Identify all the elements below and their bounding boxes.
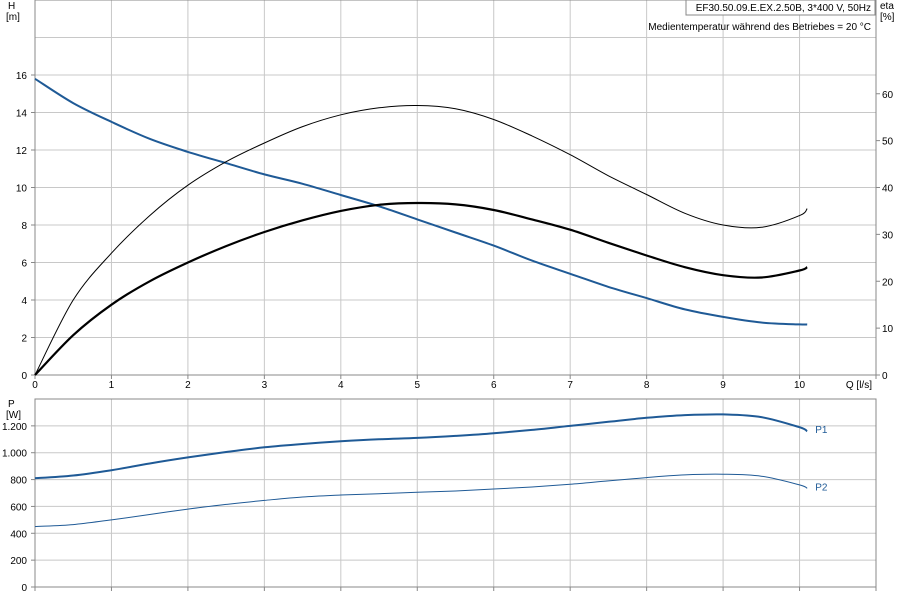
head-tick-label: 0 [21, 371, 27, 382]
flow-axis-label: Q [l/s] [846, 380, 872, 391]
top-plot-curves [34, 77, 808, 376]
head-axis-label: H [8, 1, 15, 12]
efficiency-curve-thick [34, 201, 808, 376]
efficiency-axis-unit: [%] [880, 12, 895, 23]
flow-tick-label: 3 [262, 380, 268, 391]
flow-tick-label: 7 [567, 380, 573, 391]
flow-tick-label: 1 [109, 380, 115, 391]
head-tick-label: 14 [16, 109, 28, 120]
flow-axis-ticks: 0 1 2 3 4 5 6 7 8 9 10 Q [l/s] [32, 380, 872, 391]
efficiency-tick-label: 30 [882, 230, 894, 241]
bottom-plot-curves [34, 413, 808, 528]
flow-tick-label: 0 [32, 380, 38, 391]
head-tick-label: 16 [16, 71, 28, 82]
flow-tick-label: 4 [338, 380, 344, 391]
power-tick-label: 400 [10, 529, 27, 540]
efficiency-tick-label: 0 [882, 371, 888, 382]
head-tick-label: 4 [21, 296, 27, 307]
p1-label: P1 [815, 425, 828, 436]
p2-label: P2 [815, 482, 828, 493]
efficiency-tick-label: 10 [882, 324, 894, 335]
flow-tick-label: 10 [794, 380, 806, 391]
flow-tick-label: 6 [491, 380, 497, 391]
model-label: EF30.50.09.E.EX.2.50B, 3*400 V, 50Hz [696, 3, 871, 14]
head-tick-label: 10 [16, 184, 28, 195]
pump-performance-chart: 0246810121416 0102030405060 0 1 2 3 4 5 6 7 8 9 10… [2, 0, 895, 594]
power-axis-unit: [W] [6, 410, 21, 421]
head-tick-label: 2 [21, 334, 27, 345]
efficiency-tick-label: 20 [882, 277, 894, 288]
power-series-labels: P1 P2 [815, 425, 828, 493]
p1-curve [34, 413, 808, 480]
bottom-plot-grid [31, 399, 877, 591]
flow-tick-label: 8 [644, 380, 650, 391]
power-tick-label: 200 [10, 556, 27, 567]
power-axis-label: P [8, 399, 15, 410]
flow-tick-label: 2 [185, 380, 191, 391]
efficiency-axis-label: eta [880, 1, 894, 12]
efficiency-tick-label: 40 [882, 184, 894, 195]
power-tick-label: 1.200 [2, 422, 27, 433]
efficiency-tick-label: 60 [882, 90, 894, 101]
head-tick-label: 8 [21, 221, 27, 232]
efficiency-tick-label: 50 [882, 137, 894, 148]
power-axis-ticks: 0 200 400 600 800 1.000 1.200 [2, 422, 27, 594]
temperature-note: Medientemperatur während des Betriebes =… [648, 22, 871, 33]
bottom-plot-frame [34, 398, 877, 588]
head-tick-label: 12 [16, 146, 28, 157]
power-tick-label: 0 [21, 583, 27, 594]
power-tick-label: 800 [10, 476, 27, 487]
efficiency-curve-thin [34, 104, 808, 376]
head-tick-label: 6 [21, 259, 27, 270]
head-axis-ticks: 0 2 4 6 8 10 12 14 16 [16, 71, 28, 382]
efficiency-axis-ticks: 0 10 20 30 40 50 60 [882, 90, 894, 382]
power-tick-label: 600 [10, 502, 27, 513]
flow-tick-label: 9 [720, 380, 726, 391]
flow-tick-label: 5 [414, 380, 420, 391]
p2-curve [34, 473, 808, 528]
head-axis-unit: [m] [6, 12, 20, 23]
power-tick-label: 1.000 [2, 449, 27, 460]
head-curve [34, 77, 808, 326]
